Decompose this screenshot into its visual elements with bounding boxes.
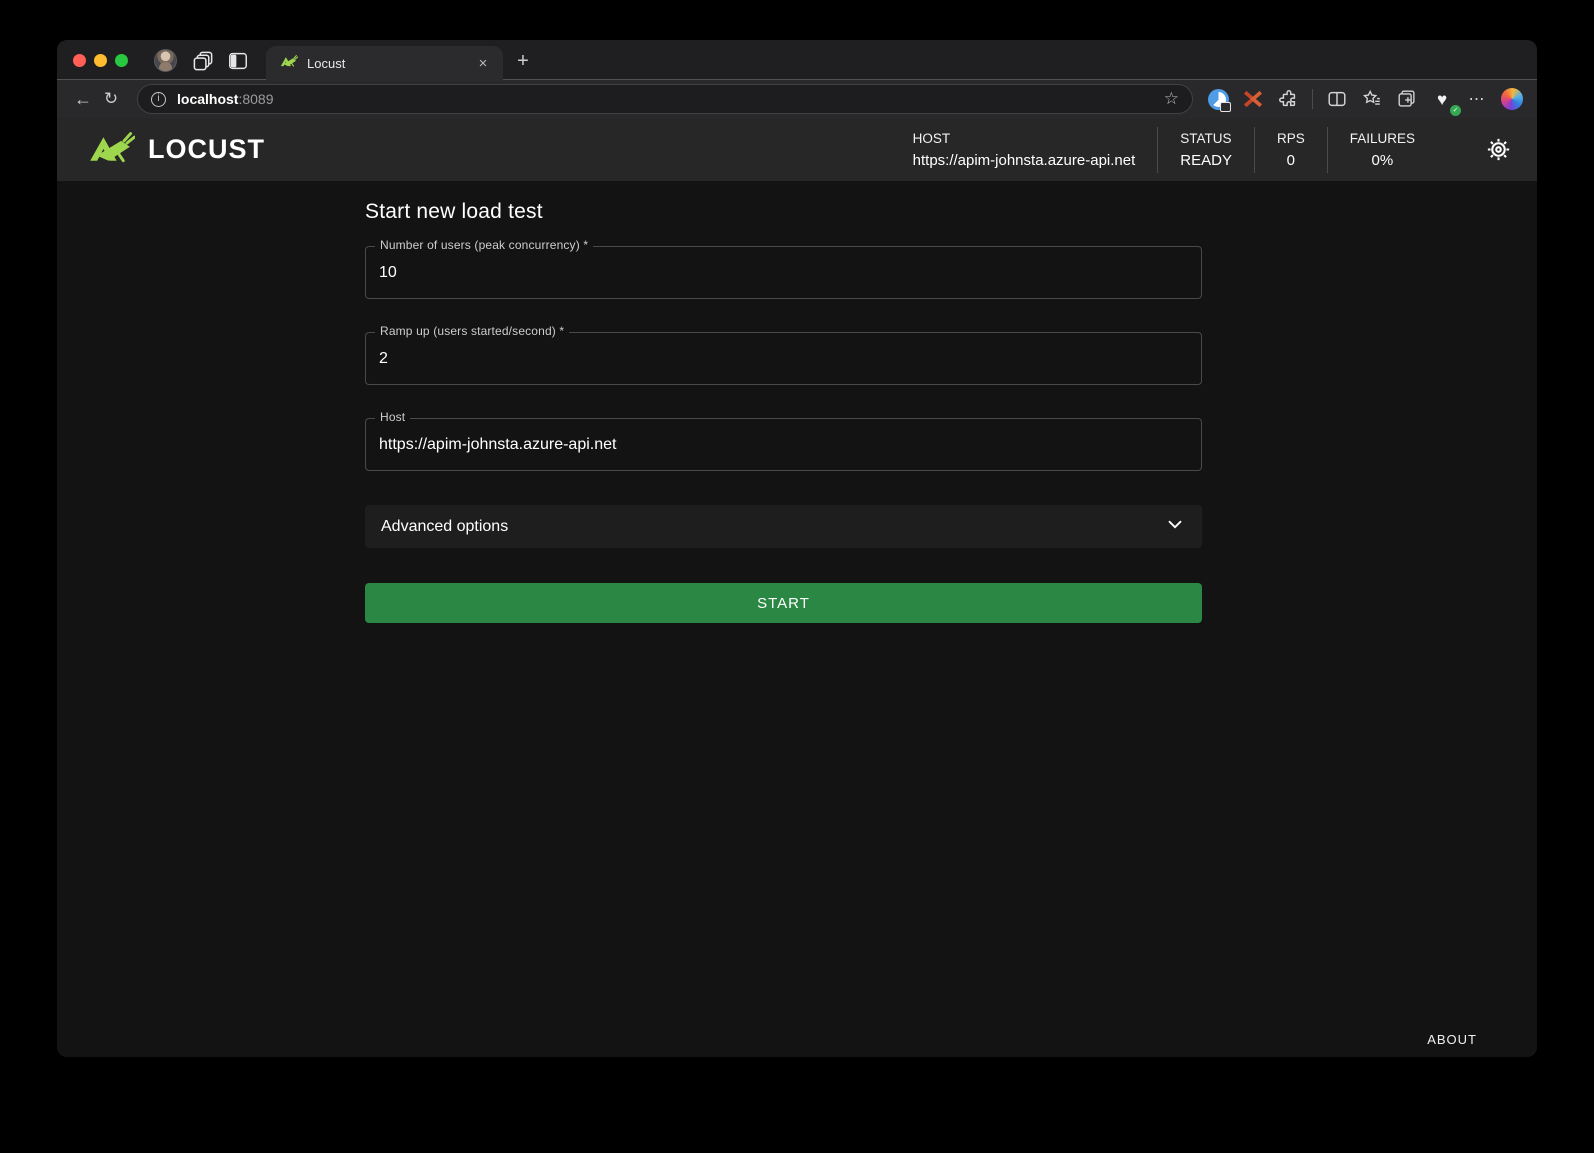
start-button[interactable]: START (365, 583, 1202, 623)
stat-failures-value: 0% (1350, 152, 1415, 169)
stat-failures: FAILURES 0% (1327, 127, 1437, 173)
stat-status-label: STATUS (1180, 131, 1232, 146)
window-controls (73, 54, 128, 67)
stat-status: STATUS READY (1157, 127, 1254, 173)
url-host: localhost (177, 91, 238, 107)
profile-avatar[interactable] (154, 49, 177, 72)
browser-essentials-icon[interactable]: ♥ ✓ (1429, 86, 1455, 112)
ramp-up-input[interactable] (365, 332, 1202, 385)
brand-title: LOCUST (148, 134, 265, 165)
minimize-window-button[interactable] (94, 54, 107, 67)
locust-header: LOCUST HOST https://apim-johnsta.azure-a… (57, 118, 1537, 181)
host-input[interactable] (365, 418, 1202, 471)
stat-rps-label: RPS (1277, 131, 1305, 146)
privacy-extension-icon[interactable] (1205, 86, 1231, 112)
red-x-extension-icon[interactable] (1240, 86, 1266, 112)
users-field: Number of users (peak concurrency) * (365, 246, 1202, 299)
locust-brand: LOCUST (88, 131, 265, 169)
header-stats: HOST https://apim-johnsta.azure-api.net … (891, 127, 1437, 173)
collections-icon[interactable] (1394, 86, 1420, 112)
toolbar-divider (1312, 89, 1313, 109)
ramp-up-field-label: Ramp up (users started/second) * (375, 324, 569, 338)
host-field-label: Host (375, 410, 410, 424)
back-icon[interactable]: ← (69, 85, 97, 113)
stat-status-value: READY (1180, 152, 1232, 169)
about-link[interactable]: ABOUT (1427, 1032, 1477, 1047)
page-content: Start new load test Number of users (pea… (57, 181, 1537, 1057)
settings-gear-icon[interactable] (1483, 135, 1513, 165)
stat-host-label: HOST (913, 131, 1136, 146)
url-text[interactable]: localhost:8089 (177, 91, 1164, 107)
url-port: :8089 (238, 91, 273, 107)
stat-rps: RPS 0 (1254, 127, 1327, 173)
sidebar-icon[interactable] (225, 48, 251, 74)
site-info-icon[interactable]: i (151, 92, 166, 107)
close-window-button[interactable] (73, 54, 86, 67)
workspaces-icon[interactable] (190, 48, 216, 74)
new-tab-button[interactable]: + (509, 47, 537, 75)
tab-title: Locust (307, 56, 473, 71)
maximize-window-button[interactable] (115, 54, 128, 67)
stat-host-value: https://apim-johnsta.azure-api.net (913, 152, 1136, 169)
page-title: Start new load test (365, 200, 1202, 224)
browser-window: Locust × + ← ↻ i localhost:8089 ☆ (57, 40, 1537, 1057)
stat-rps-value: 0 (1277, 152, 1305, 169)
refresh-icon[interactable]: ↻ (97, 85, 125, 113)
tab-close-icon[interactable]: × (473, 54, 493, 74)
chevron-down-icon (1164, 513, 1186, 540)
advanced-options-label: Advanced options (381, 518, 508, 536)
essentials-check-badge: ✓ (1450, 105, 1461, 116)
browser-toolbar: ← ↻ i localhost:8089 ☆ (57, 80, 1537, 118)
toolbar-extensions: ♥ ✓ ⋯ (1205, 86, 1525, 112)
stat-failures-label: FAILURES (1350, 131, 1415, 146)
address-bar[interactable]: i localhost:8089 ☆ (137, 84, 1193, 114)
settings-more-icon[interactable]: ⋯ (1464, 86, 1490, 112)
users-input[interactable] (365, 246, 1202, 299)
advanced-options-accordion[interactable]: Advanced options (365, 505, 1202, 548)
ramp-up-field: Ramp up (users started/second) * (365, 332, 1202, 385)
locust-logo-icon (88, 131, 135, 169)
host-field: Host (365, 418, 1202, 471)
split-screen-icon[interactable] (1324, 86, 1350, 112)
extensions-puzzle-icon[interactable] (1275, 86, 1301, 112)
form-container: Start new load test Number of users (pea… (365, 181, 1202, 623)
bookmark-star-icon[interactable]: ☆ (1164, 89, 1179, 109)
copilot-icon[interactable] (1499, 86, 1525, 112)
users-field-label: Number of users (peak concurrency) * (375, 238, 593, 252)
stat-host: HOST https://apim-johnsta.azure-api.net (891, 127, 1158, 173)
favorites-icon[interactable] (1359, 86, 1385, 112)
tab-strip: Locust × + (57, 40, 1537, 80)
browser-tab-locust[interactable]: Locust × (266, 46, 503, 81)
locust-favicon (280, 54, 298, 73)
